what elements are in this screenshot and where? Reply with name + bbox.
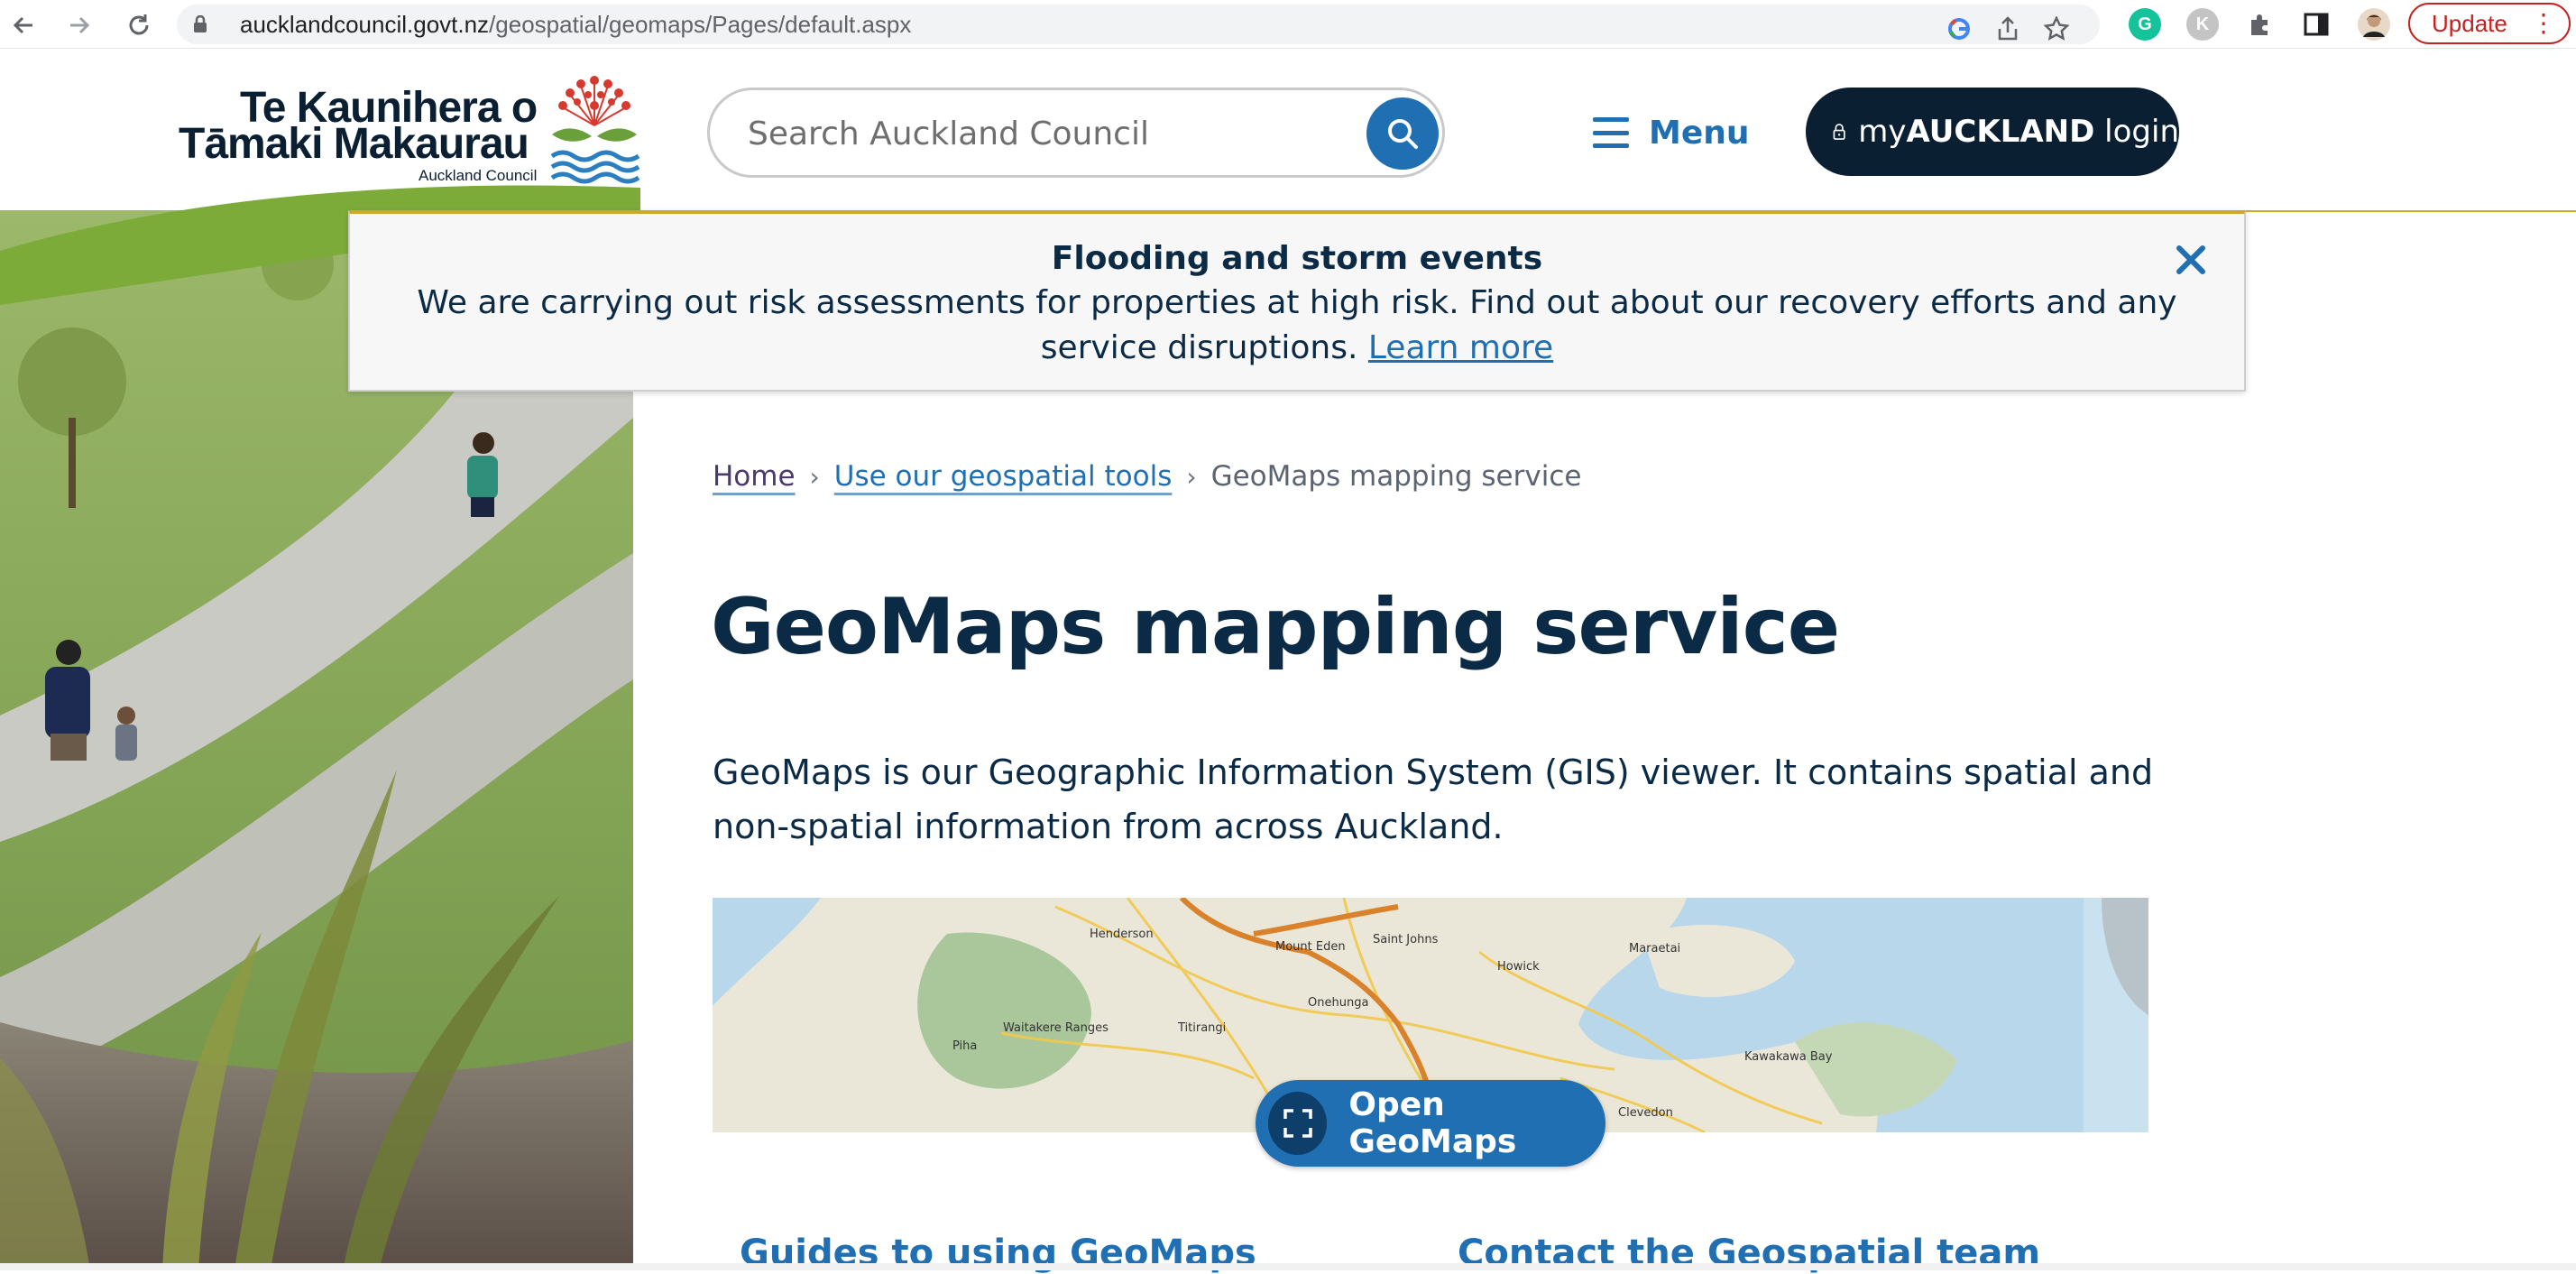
map-label-kawakawa-bay: Kawakawa Bay (1744, 1050, 1833, 1064)
intro-paragraph: GeoMaps is our Geographic Information Sy… (713, 752, 2154, 846)
map-label-henderson: Henderson (1090, 928, 1154, 941)
grammarly-icon[interactable]: G (2129, 8, 2161, 41)
extension-k-icon[interactable]: K (2186, 8, 2219, 41)
update-button[interactable]: Update ⋮ (2408, 3, 2571, 44)
breadcrumb-home[interactable]: Home (713, 460, 796, 493)
fullscreen-icon (1268, 1092, 1328, 1155)
myauckland-login-button[interactable]: my AUCKLAND login (1806, 88, 2179, 176)
map-label-howick: Howick (1497, 960, 1540, 974)
padlock-icon (1833, 124, 1845, 140)
close-icon[interactable] (2172, 241, 2210, 279)
share-icon[interactable] (1992, 13, 2024, 45)
search-button[interactable] (1366, 97, 1439, 170)
map-label-clevedon: Clevedon (1618, 1106, 1673, 1120)
search-input[interactable] (746, 108, 1323, 159)
map-label-maraetai: Maraetai (1629, 942, 1680, 956)
url-text[interactable]: aucklandcouncil.govt.nz/geospatial/geoma… (240, 12, 911, 37)
address-bar[interactable]: aucklandcouncil.govt.nz/geospatial/geoma… (177, 5, 2100, 44)
profile-avatar[interactable] (2358, 8, 2390, 41)
back-icon[interactable] (5, 7, 41, 43)
sidebar-icon[interactable] (2300, 8, 2332, 41)
map-label-piha: Piha (952, 1039, 977, 1053)
breadcrumb-geospatial-tools[interactable]: Use our geospatial tools (834, 460, 1173, 493)
reload-icon[interactable] (121, 7, 157, 43)
map-label-titirangi: Titirangi (1177, 1021, 1226, 1035)
browser-toolbar: aucklandcouncil.govt.nz/geospatial/geoma… (0, 0, 2576, 49)
login-brand: AUCKLAND (1906, 114, 2095, 150)
chevron-right-icon: › (1186, 461, 1197, 492)
search-icon (1388, 119, 1418, 149)
alert-title: Flooding and storm events (1051, 240, 1543, 277)
page-title: GeoMaps mapping service (711, 582, 1840, 672)
chevron-right-icon: › (809, 461, 820, 492)
map-label-waitakere-ranges: Waitakere Ranges (1003, 1021, 1109, 1035)
alert-body: We are carrying out risk assessments for… (404, 281, 2190, 371)
site-search (707, 88, 1445, 178)
puzzle-icon[interactable] (2244, 8, 2277, 41)
page-bottom-edge (0, 1263, 2576, 1270)
login-suffix: login (2094, 114, 2179, 150)
open-geomaps-button[interactable]: Open GeoMaps (1256, 1080, 1605, 1167)
map-label-onehunga: Onehunga (1308, 996, 1368, 1010)
open-geomaps-label: Open GeoMaps (1348, 1086, 1517, 1160)
map-label-mount-eden: Mount Eden (1275, 940, 1346, 954)
menu-label: Menu (1649, 114, 1750, 152)
alert-banner: Flooding and storm events We are carryin… (348, 210, 2246, 392)
learn-more-link[interactable]: Learn more (1368, 329, 1553, 366)
lock-icon[interactable] (193, 15, 207, 33)
star-icon[interactable] (2040, 13, 2073, 45)
map-label-saint-johns: Saint Johns (1373, 933, 1439, 946)
breadcrumb: Home › Use our geospatial tools › GeoMap… (713, 457, 1581, 496)
more-icon[interactable]: ⋮ (2531, 8, 2556, 38)
forward-icon[interactable] (61, 7, 97, 43)
alert-text: We are carrying out risk assessments for… (417, 284, 2177, 366)
menu-button[interactable]: Menu (1593, 109, 1750, 156)
login-prefix: my (1858, 114, 1907, 150)
breadcrumb-current: GeoMaps mapping service (1210, 460, 1582, 493)
hamburger-icon (1593, 117, 1629, 148)
google-icon[interactable] (1943, 13, 1975, 45)
